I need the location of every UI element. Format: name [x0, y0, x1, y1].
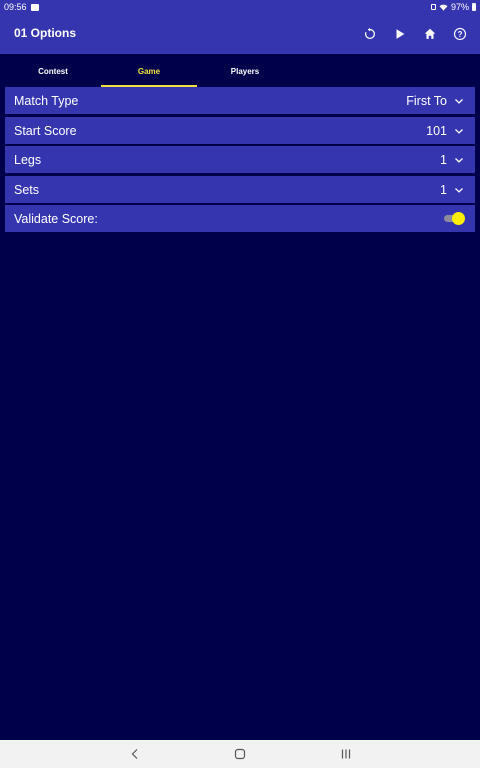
tab-players[interactable]: Players	[197, 54, 293, 87]
validate-score-row: Validate Score:	[5, 205, 475, 232]
image-notification-icon	[30, 3, 39, 11]
settings-list: Match Type First To Start Score 101 Legs…	[5, 87, 475, 235]
sets-dropdown[interactable]: Sets 1	[5, 175, 475, 203]
status-time: 09:56	[4, 2, 27, 12]
battery-percent: 97%	[450, 2, 469, 12]
legs-label: Legs	[14, 153, 42, 167]
chevron-down-icon	[455, 128, 463, 134]
tab-contest[interactable]: Contest	[5, 54, 101, 87]
legs-dropdown[interactable]: Legs 1	[5, 146, 475, 173]
reset-icon	[365, 27, 375, 39]
validate-score-label: Validate Score:	[14, 212, 98, 226]
match-type-dropdown[interactable]: Match Type First To	[5, 87, 475, 114]
start-score-value: 101	[426, 123, 447, 138]
home-button[interactable]	[420, 24, 440, 44]
play-icon	[396, 29, 405, 39]
lock-icon	[430, 4, 436, 10]
sets-value: 1	[440, 182, 447, 197]
reset-button[interactable]	[360, 24, 380, 44]
status-bar: 09:56 97%	[0, 0, 480, 14]
start-score-dropdown[interactable]: Start Score 101	[5, 116, 475, 144]
svg-text:?: ?	[458, 30, 463, 39]
chevron-down-icon	[455, 158, 463, 163]
chevron-down-icon	[455, 187, 463, 193]
start-score-label: Start Score	[14, 123, 77, 138]
system-nav-bar	[0, 740, 480, 768]
battery-icon	[472, 3, 476, 11]
match-type-label: Match Type	[14, 94, 79, 108]
tab-game[interactable]: Game	[101, 54, 197, 87]
home-icon	[424, 28, 436, 39]
validate-score-toggle[interactable]	[444, 212, 465, 225]
home-nav-icon[interactable]	[233, 747, 247, 761]
match-type-value: First To	[406, 94, 447, 108]
toggle-thumb	[452, 212, 465, 225]
sets-label: Sets	[14, 182, 40, 197]
wifi-icon	[439, 4, 448, 11]
page-title: 01 Options	[14, 26, 77, 40]
help-icon: ?	[453, 27, 467, 41]
back-icon[interactable]	[128, 747, 142, 761]
tab-bar: Contest Game Players	[0, 54, 480, 87]
app-bar: 01 Options ?	[0, 14, 480, 54]
play-button[interactable]	[390, 24, 410, 44]
legs-value: 1	[440, 153, 447, 167]
chevron-down-icon	[455, 99, 463, 104]
recent-apps-icon[interactable]	[339, 747, 353, 761]
help-button[interactable]: ?	[450, 24, 470, 44]
